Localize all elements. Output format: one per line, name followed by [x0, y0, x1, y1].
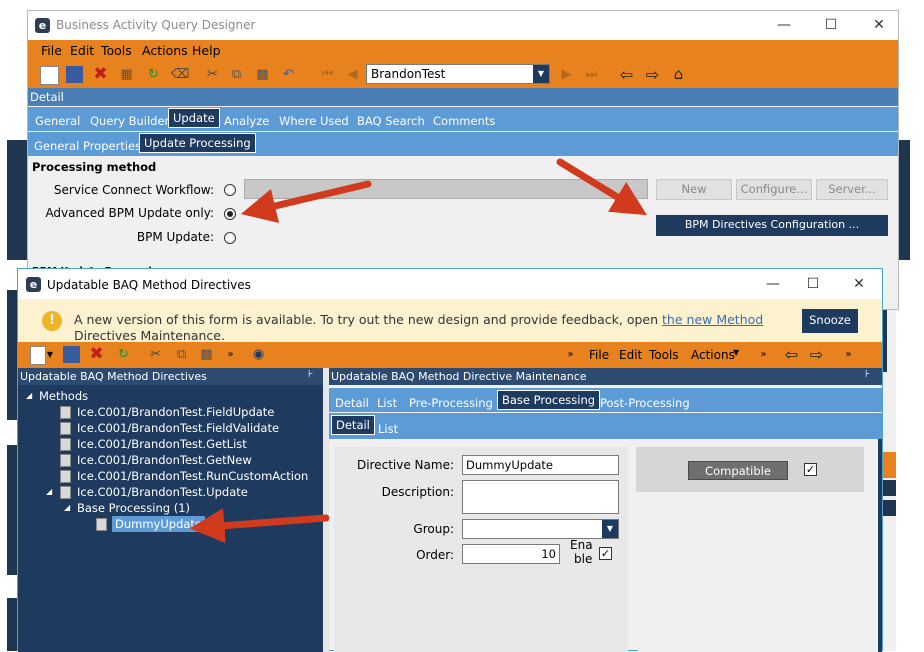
arrow-to-advanced-bpm — [240, 180, 372, 224]
annotation-arrows — [189, 158, 647, 544]
arrow-to-dummy-update — [189, 508, 330, 544]
arrow-to-bpm-directives-button — [556, 158, 647, 216]
